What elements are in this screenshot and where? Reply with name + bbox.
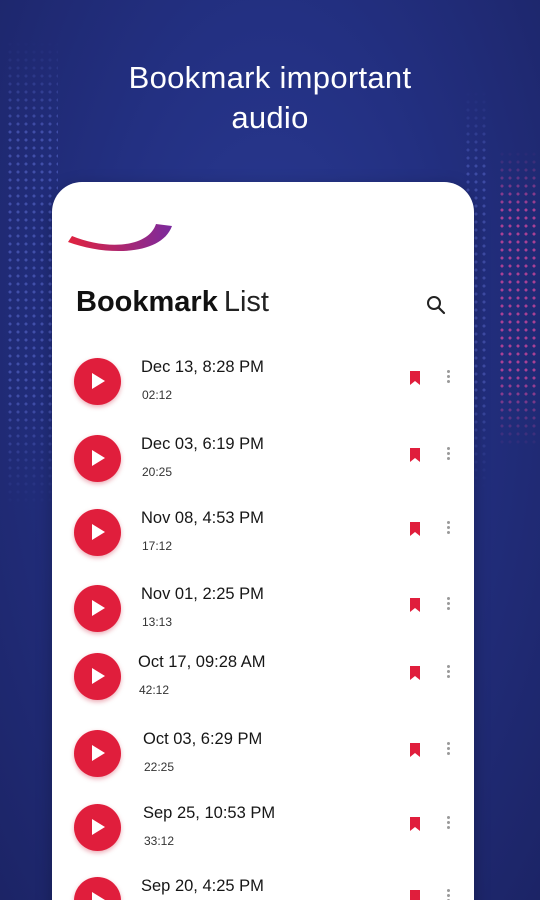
- recording-date: Oct 17, 09:28 AM: [138, 653, 266, 671]
- recording-duration: 22:25: [144, 760, 175, 774]
- more-vert-icon: [442, 447, 454, 460]
- more-vert-icon: [442, 370, 454, 383]
- more-vert-icon: [442, 521, 454, 534]
- more-options-button[interactable]: [442, 740, 454, 760]
- more-vert-icon: [442, 816, 454, 829]
- more-vert-icon: [442, 742, 454, 755]
- bookmark-icon: [410, 522, 420, 536]
- list-item[interactable]: Dec 13, 8:28 PM 02:12: [52, 358, 474, 418]
- list-item[interactable]: Oct 03, 6:29 PM 22:25: [52, 730, 474, 790]
- recording-duration: 42:12: [139, 683, 170, 697]
- bookmark-icon: [410, 890, 420, 900]
- more-options-button[interactable]: [442, 368, 454, 388]
- recording-date: Dec 13, 8:28 PM: [141, 358, 264, 376]
- more-options-button[interactable]: [442, 663, 454, 683]
- bookmark-icon: [410, 598, 420, 612]
- page-title: Bookmark List: [76, 286, 269, 319]
- play-icon: [92, 745, 105, 761]
- play-icon: [92, 373, 105, 389]
- more-options-button[interactable]: [442, 887, 454, 900]
- play-icon: [92, 450, 105, 466]
- bookmark-button[interactable]: [409, 370, 421, 391]
- recording-duration: 20:25: [142, 465, 173, 479]
- bookmark-button[interactable]: [409, 521, 421, 542]
- more-vert-icon: [442, 597, 454, 610]
- swoosh-logo-decoration: [68, 224, 172, 252]
- play-button[interactable]: [74, 877, 121, 900]
- bookmark-icon: [410, 448, 420, 462]
- play-icon: [92, 600, 105, 616]
- play-button[interactable]: [74, 653, 121, 700]
- more-vert-icon: [442, 889, 454, 900]
- more-vert-icon: [442, 665, 454, 678]
- play-icon: [92, 819, 105, 835]
- play-button[interactable]: [74, 804, 121, 851]
- recording-date: Sep 25, 10:53 PM: [143, 804, 276, 822]
- recording-duration: 17:12: [142, 539, 173, 553]
- bookmark-button[interactable]: [409, 816, 421, 837]
- recording-duration: 33:12: [144, 834, 175, 848]
- play-icon: [92, 892, 105, 900]
- play-button[interactable]: [74, 585, 121, 632]
- bookmark-icon: [410, 666, 420, 680]
- headline-line-1: Bookmark important: [128, 60, 412, 95]
- list-item[interactable]: Sep 20, 4:25 PM: [52, 877, 474, 900]
- list-item[interactable]: Nov 01, 2:25 PM 13:13: [52, 585, 474, 645]
- bookmark-icon: [410, 371, 420, 385]
- phone-screen-card: Bookmark List Dec 13, 8:28 PM 02:12 Dec 03,…: [52, 182, 474, 900]
- bookmark-button[interactable]: [409, 447, 421, 468]
- more-options-button[interactable]: [442, 445, 454, 465]
- page-title-light: List: [223, 286, 269, 318]
- play-icon: [92, 524, 105, 540]
- play-icon: [92, 668, 105, 684]
- more-options-button[interactable]: [442, 595, 454, 615]
- recording-date: Dec 03, 6:19 PM: [141, 435, 264, 453]
- list-item[interactable]: Sep 25, 10:53 PM 33:12: [52, 804, 474, 864]
- bookmark-button[interactable]: [409, 597, 421, 618]
- recording-date: Oct 03, 6:29 PM: [143, 730, 263, 748]
- recording-duration: 02:12: [142, 388, 173, 402]
- list-item[interactable]: Dec 03, 6:19 PM 20:25: [52, 435, 474, 495]
- play-button[interactable]: [74, 435, 121, 482]
- play-button[interactable]: [74, 358, 121, 405]
- search-button[interactable]: [424, 293, 448, 317]
- promo-headline: Bookmark important audio: [0, 58, 540, 138]
- recording-date: Sep 20, 4:25 PM: [141, 877, 264, 895]
- headline-line-2: audio: [231, 100, 309, 135]
- bookmark-icon: [410, 743, 420, 757]
- recording-date: Nov 08, 4:53 PM: [141, 509, 264, 527]
- list-item[interactable]: Oct 17, 09:28 AM 42:12: [52, 653, 474, 713]
- play-button[interactable]: [74, 509, 121, 556]
- recording-duration: 13:13: [142, 615, 173, 629]
- play-button[interactable]: [74, 730, 121, 777]
- search-icon: [427, 296, 446, 315]
- more-options-button[interactable]: [442, 814, 454, 834]
- bookmark-button[interactable]: [409, 889, 421, 900]
- decorative-dot-pattern-right-pink: [498, 150, 536, 450]
- page-title-bold: Bookmark: [76, 286, 218, 318]
- list-item[interactable]: Nov 08, 4:53 PM 17:12: [52, 509, 474, 569]
- recording-date: Nov 01, 2:25 PM: [141, 585, 264, 603]
- more-options-button[interactable]: [442, 519, 454, 539]
- bookmark-button[interactable]: [409, 665, 421, 686]
- bookmark-icon: [410, 817, 420, 831]
- bookmark-button[interactable]: [409, 742, 421, 763]
